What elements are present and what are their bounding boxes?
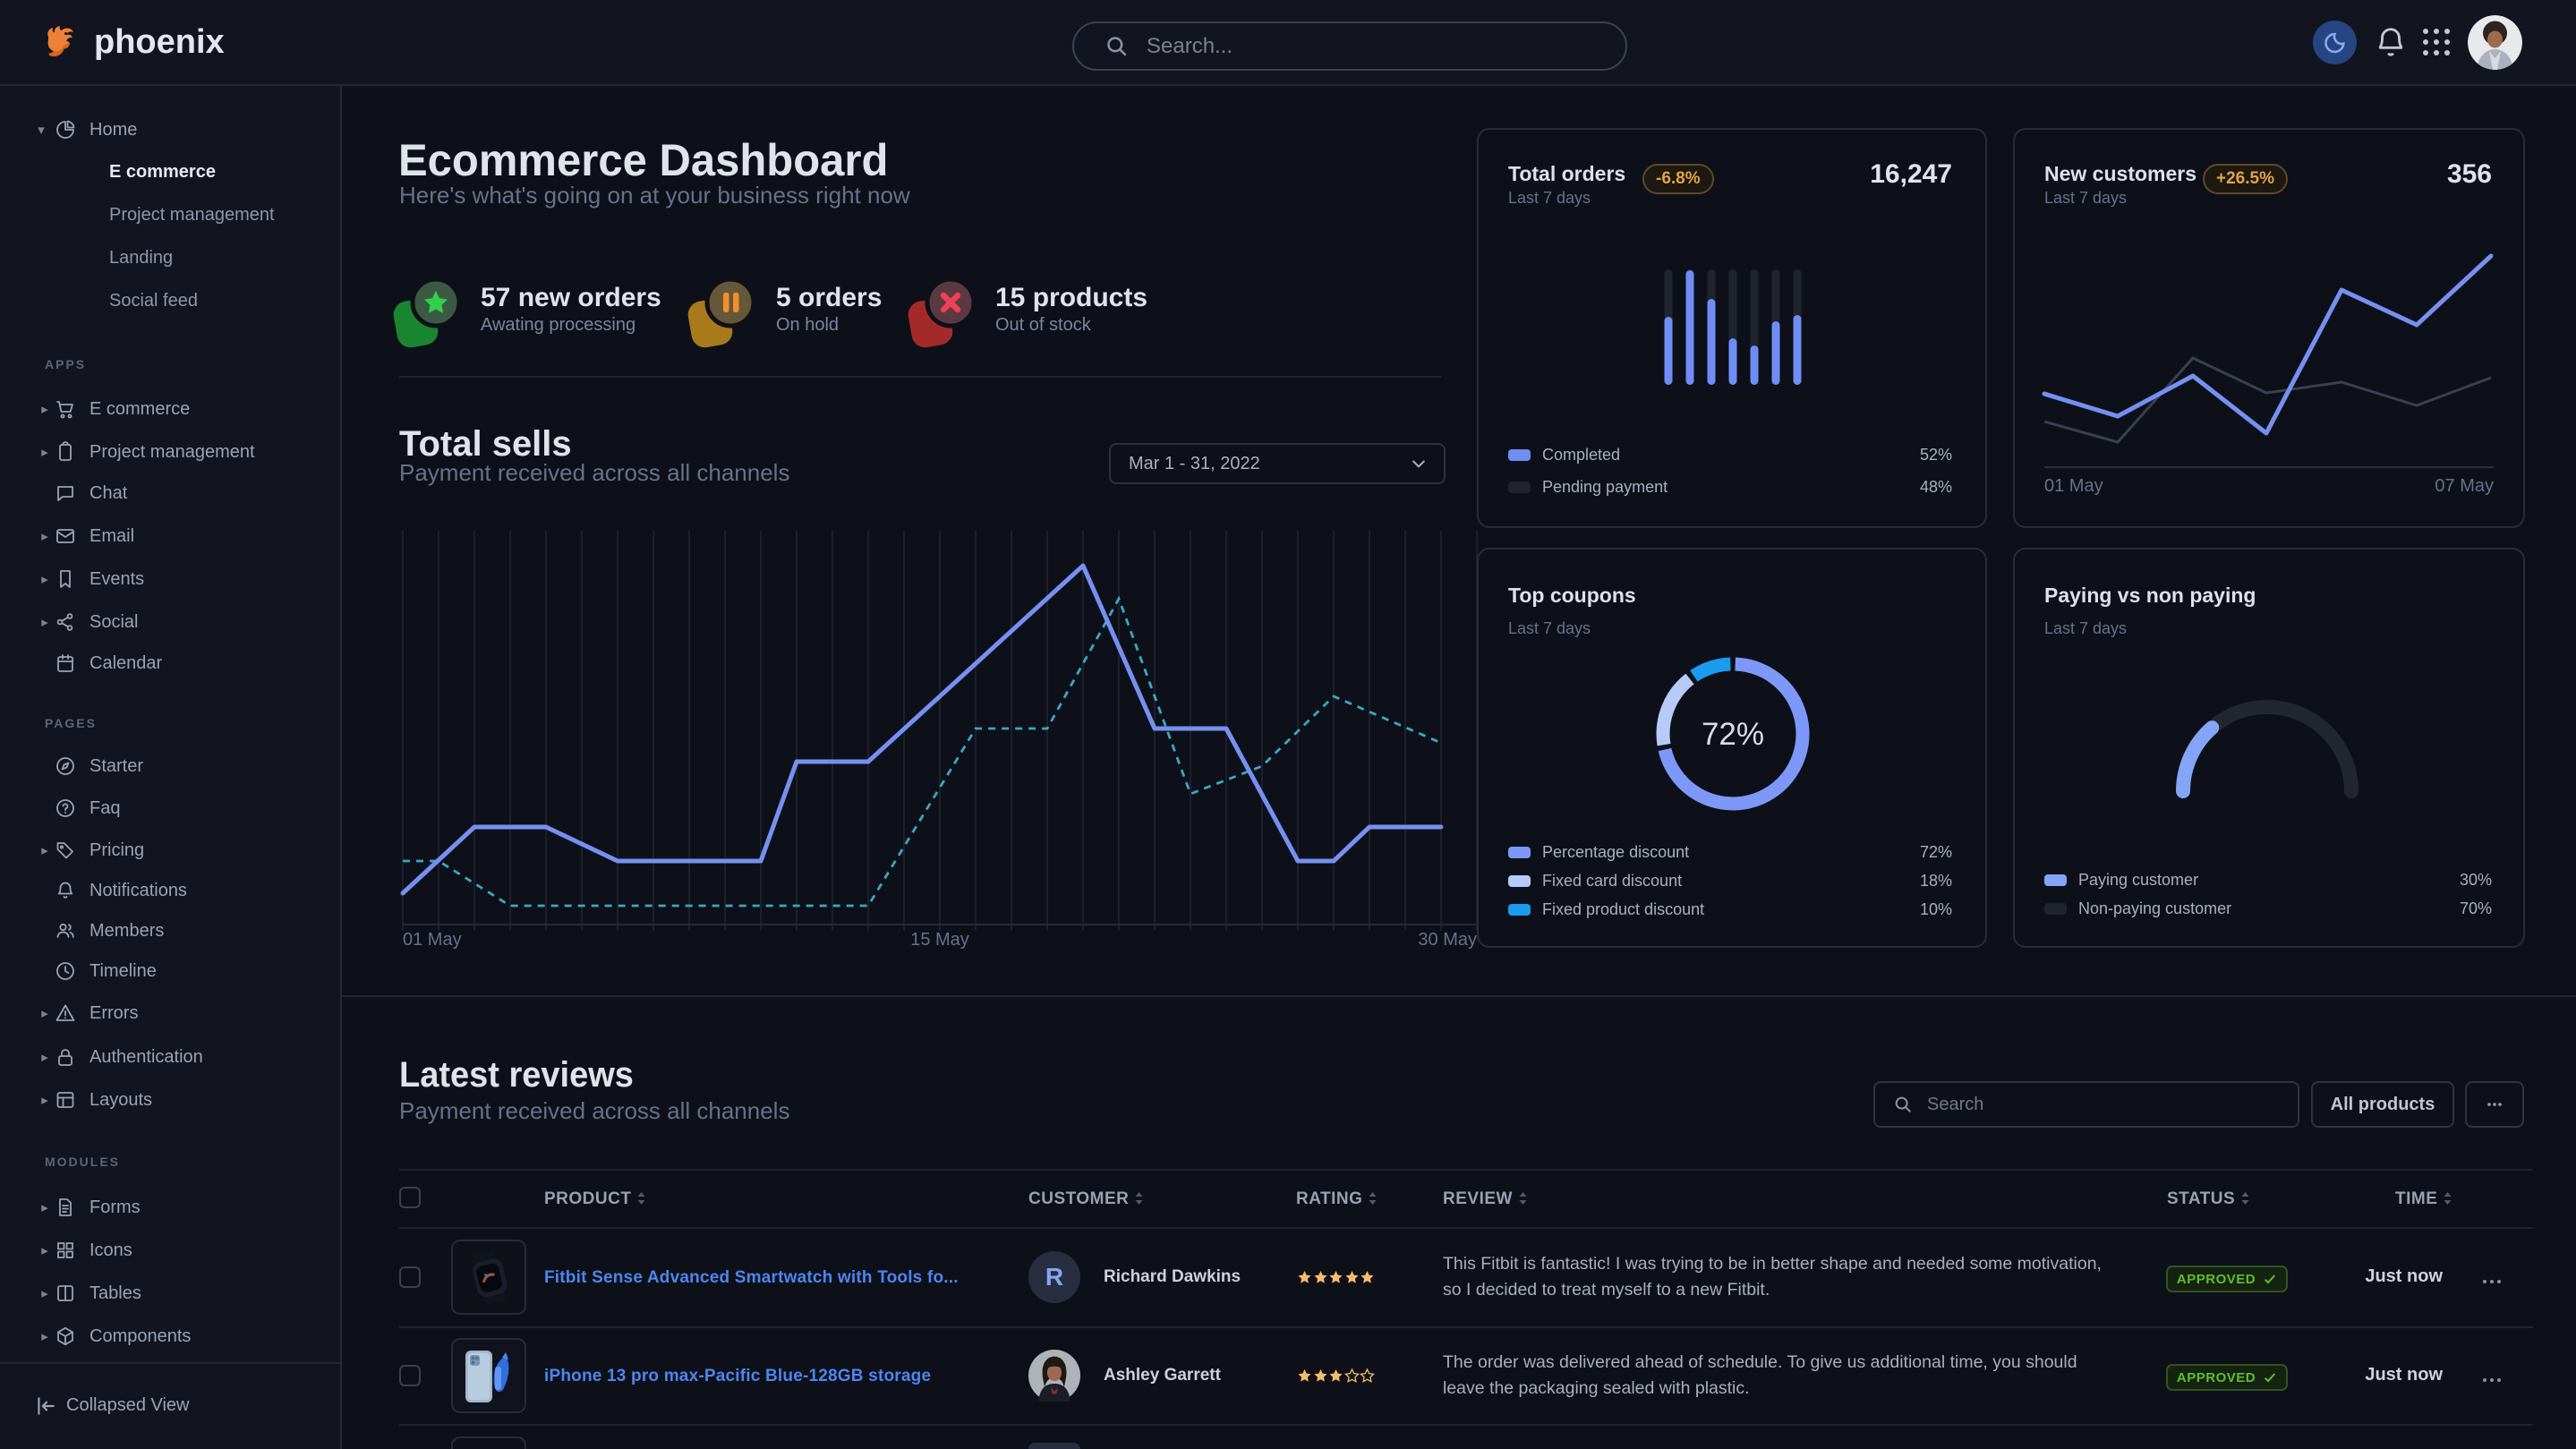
svg-text:72%: 72%: [1702, 717, 1764, 752]
svg-text:15 May: 15 May: [910, 930, 969, 950]
svg-text:01 May: 01 May: [403, 930, 462, 950]
svg-text:01 May: 01 May: [2044, 476, 2103, 496]
svg-text:30 May: 30 May: [1418, 930, 1477, 950]
svg-text:07 May: 07 May: [2435, 476, 2494, 496]
